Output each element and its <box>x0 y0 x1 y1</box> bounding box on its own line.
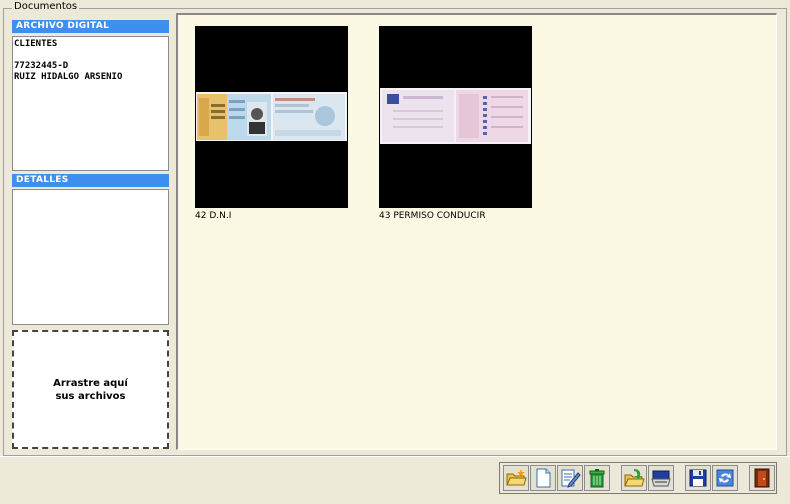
new-document-icon <box>536 468 551 488</box>
permiso-label: 43 PERMISO CONDUCIR <box>379 211 486 221</box>
drop-zone-label: Arrastre aquí sus archivos <box>53 377 128 402</box>
delete-button[interactable] <box>584 465 610 491</box>
import-folder-icon <box>624 469 645 487</box>
bottom-separator <box>0 456 790 457</box>
refresh-button[interactable] <box>712 465 738 491</box>
id-card-image <box>195 26 348 208</box>
dni-label: 42 D.N.I <box>195 211 232 221</box>
new-document-button[interactable] <box>530 465 556 491</box>
detalles-header: DETALLES <box>12 174 169 187</box>
scanner-icon <box>651 470 671 487</box>
dni-thumbnail[interactable] <box>195 26 348 208</box>
recycle-bin-icon <box>589 469 605 488</box>
document-item-dni[interactable]: 42 D.N.I <box>195 26 348 221</box>
permiso-thumbnail[interactable] <box>379 26 532 208</box>
details-box <box>12 189 169 325</box>
driving-license-image <box>379 26 532 208</box>
frame-title: Documentos <box>12 1 80 13</box>
file-drop-zone[interactable]: Arrastre aquí sus archivos <box>12 330 169 449</box>
document-item-permiso[interactable]: 43 PERMISO CONDUCIR <box>379 26 532 221</box>
edit-document-button[interactable] <box>557 465 583 491</box>
document-viewer[interactable]: 42 D.N.I 43 PERMISO CONDUCIR <box>176 13 777 450</box>
scan-button[interactable] <box>648 465 674 491</box>
refresh-icon <box>716 469 734 487</box>
open-folder-star-icon <box>506 469 527 486</box>
archivo-digital-header: ARCHIVO DIGITAL <box>12 20 169 33</box>
import-button[interactable] <box>621 465 647 491</box>
exit-door-icon <box>754 468 770 488</box>
save-button[interactable] <box>685 465 711 491</box>
client-info-box: CLIENTES 77232445-D RUIZ HIDALGO ARSENIO <box>12 36 169 171</box>
action-toolbar <box>499 462 777 494</box>
window-top-strip <box>0 0 790 6</box>
save-disk-icon <box>689 469 707 487</box>
exit-button[interactable] <box>749 465 775 491</box>
open-folder-button[interactable] <box>503 465 529 491</box>
edit-document-icon <box>561 469 581 488</box>
